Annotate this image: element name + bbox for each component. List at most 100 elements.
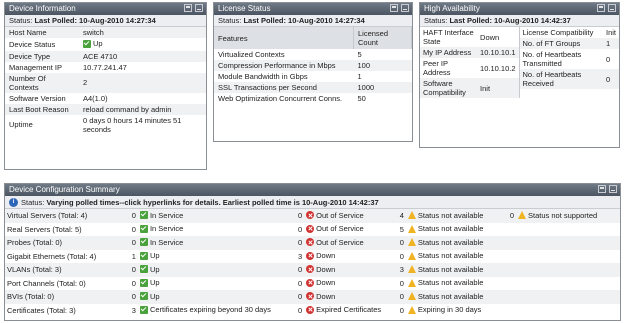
status-cell[interactable]: Expiring in 30 days xyxy=(406,304,506,318)
summary-label[interactable]: Virtual Servers (Total: 4) xyxy=(5,209,128,223)
status-link[interactable]: Down xyxy=(306,278,335,287)
column-header[interactable]: Licensed Count xyxy=(353,27,412,49)
maximize-icon[interactable] xyxy=(598,185,606,193)
summary-label[interactable]: Real Servers (Total: 5) xyxy=(5,223,128,237)
status-cell[interactable]: Status not available xyxy=(406,223,506,237)
status-text[interactable]: Status not available xyxy=(418,238,483,247)
status-text[interactable]: Up xyxy=(150,251,160,260)
status-count[interactable]: 5 xyxy=(396,223,406,237)
status-count[interactable]: 0 xyxy=(396,250,406,264)
status-cell[interactable]: Out of Service xyxy=(304,223,395,237)
minimize-icon[interactable] xyxy=(195,4,203,12)
status-cell[interactable]: Up xyxy=(137,290,294,304)
status-cell[interactable]: Down xyxy=(304,277,395,291)
status-cell[interactable]: In Service xyxy=(137,236,294,250)
summary-label[interactable]: VLANs (Total: 3) xyxy=(5,263,128,277)
status-cell[interactable]: Down xyxy=(304,290,396,304)
status-count[interactable]: 0 xyxy=(127,236,138,250)
status-text[interactable]: Status not available xyxy=(418,292,483,301)
summary-label[interactable]: Port Channels (Total: 0) xyxy=(5,277,128,291)
status-text[interactable]: Status not available xyxy=(418,278,483,287)
status-cell[interactable]: Out of Service xyxy=(304,236,396,250)
status-text[interactable]: Up xyxy=(150,278,160,287)
status-count[interactable]: 0 xyxy=(294,223,304,237)
status-link[interactable]: Out of Service xyxy=(306,238,364,247)
status-link[interactable]: Out of Service xyxy=(306,224,364,233)
summary-label[interactable]: BVIs (Total: 0) xyxy=(5,290,128,304)
status-link[interactable]: Status not available xyxy=(407,292,483,301)
status-text[interactable]: Down xyxy=(316,251,335,260)
status-count[interactable]: 0 xyxy=(127,263,138,277)
status-text[interactable]: Up xyxy=(150,265,160,274)
status-text[interactable]: In Service xyxy=(150,224,183,233)
minimize-icon[interactable] xyxy=(609,185,617,193)
status-count[interactable]: 0 xyxy=(293,263,305,277)
summary-label[interactable]: Gigabit Ethernets (Total: 4) xyxy=(5,250,128,264)
status-cell[interactable]: In Service xyxy=(137,209,294,223)
status-count[interactable]: 0 xyxy=(396,304,406,318)
status-text[interactable]: Out of Service xyxy=(316,238,364,247)
status-link[interactable]: Status not available xyxy=(407,211,483,220)
status-link[interactable]: Status not available xyxy=(407,251,483,260)
maximize-icon[interactable] xyxy=(390,4,398,12)
status-text[interactable]: Status not available xyxy=(418,211,483,220)
minimize-icon[interactable] xyxy=(401,4,409,12)
summary-label[interactable]: Certificates (Total: 3) xyxy=(5,304,128,318)
status-cell[interactable]: Up xyxy=(138,277,294,291)
status-text[interactable]: Expiring in 30 days xyxy=(418,305,481,314)
status-link[interactable]: Status not available xyxy=(407,224,483,233)
status-text[interactable]: Down xyxy=(316,278,335,287)
status-cell[interactable]: Expired Certificates xyxy=(304,304,395,318)
status-link[interactable]: Down xyxy=(306,292,335,301)
status-cell[interactable]: In Service xyxy=(138,223,294,237)
status-link[interactable]: Certificates expiring beyond 30 days xyxy=(139,305,271,314)
summary-label[interactable]: Probes (Total: 0) xyxy=(5,236,128,250)
status-link[interactable]: In Service xyxy=(139,224,183,233)
status-text[interactable]: Out of Service xyxy=(316,211,364,220)
status-link[interactable]: Status not available xyxy=(407,278,483,287)
status-text[interactable]: Status not available xyxy=(418,224,483,233)
status-cell[interactable]: Up xyxy=(138,250,294,264)
status-cell[interactable]: Status not supported xyxy=(516,209,620,223)
status-text[interactable]: Status not available xyxy=(418,265,483,274)
status-cell[interactable]: Status not available xyxy=(405,236,506,250)
status-cell[interactable]: Certificates expiring beyond 30 days xyxy=(138,304,294,318)
status-cell[interactable]: Down xyxy=(304,263,396,277)
status-link[interactable]: Status not available xyxy=(407,265,483,274)
status-link[interactable]: Up xyxy=(139,251,160,260)
status-link[interactable]: In Service xyxy=(139,211,183,220)
status-count[interactable]: 0 xyxy=(293,236,305,250)
status-text[interactable]: Certificates expiring beyond 30 days xyxy=(150,305,271,314)
status-cell[interactable]: Status not available xyxy=(406,277,506,291)
status-count[interactable]: 0 xyxy=(128,223,138,237)
status-count[interactable]: 0 xyxy=(127,209,138,223)
status-count[interactable]: 3 xyxy=(395,263,406,277)
status-count[interactable]: 0 xyxy=(128,277,138,291)
status-cell[interactable]: Status not available xyxy=(405,263,506,277)
status-count[interactable]: 0 xyxy=(396,277,406,291)
status-link[interactable]: Expired Certificates xyxy=(306,305,381,314)
maximize-icon[interactable] xyxy=(597,4,605,12)
status-text[interactable]: Status not available xyxy=(418,251,483,260)
maximize-icon[interactable] xyxy=(184,4,192,12)
status-count[interactable]: 0 xyxy=(293,290,305,304)
status-text[interactable]: In Service xyxy=(150,238,183,247)
status-cell[interactable]: Status not available xyxy=(405,290,506,304)
status-link[interactable]: Up xyxy=(139,265,160,274)
minimize-icon[interactable] xyxy=(608,4,616,12)
status-count[interactable]: 3 xyxy=(294,250,304,264)
status-link[interactable]: Out of Service xyxy=(306,211,364,220)
status-text[interactable]: Expired Certificates xyxy=(316,305,381,314)
status-link[interactable]: Expiring in 30 days xyxy=(407,305,481,314)
status-count[interactable]: 4 xyxy=(395,209,406,223)
status-link[interactable]: Down xyxy=(306,265,335,274)
status-cell[interactable]: Status not available xyxy=(405,209,506,223)
status-text[interactable]: Status not supported xyxy=(528,211,597,220)
status-cell[interactable]: Down xyxy=(304,250,395,264)
status-link[interactable]: Up xyxy=(139,278,160,287)
status-count[interactable]: 0 xyxy=(294,277,304,291)
status-count[interactable]: 0 xyxy=(395,290,406,304)
status-count[interactable]: 3 xyxy=(128,304,138,318)
status-text[interactable]: In Service xyxy=(150,211,183,220)
status-link[interactable]: Status not available xyxy=(407,238,483,247)
